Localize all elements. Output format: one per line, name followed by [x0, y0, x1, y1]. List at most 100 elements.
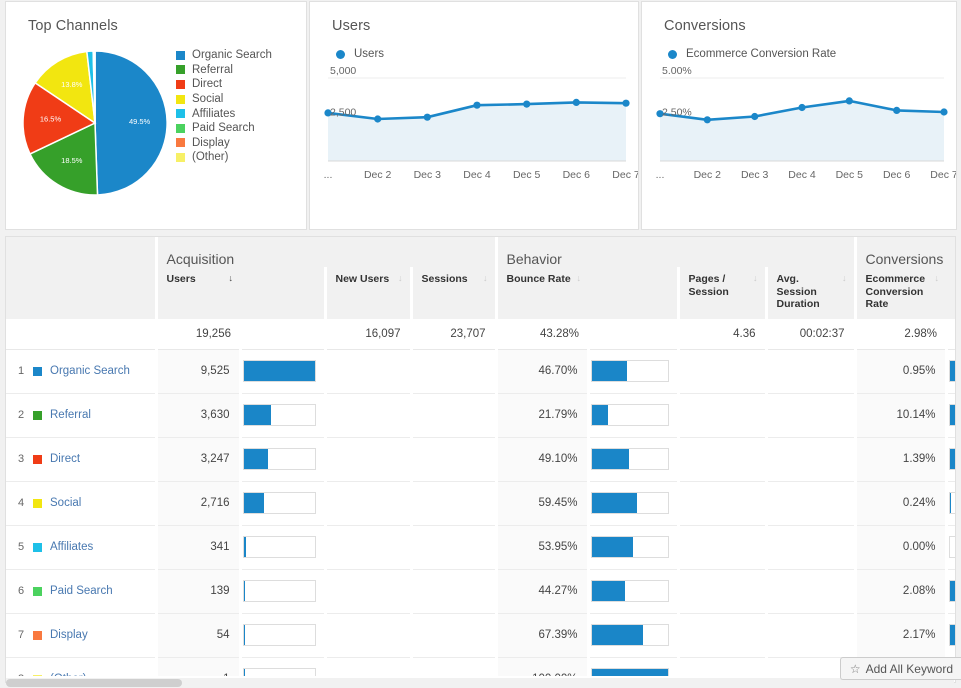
chart-data-point[interactable] — [622, 99, 630, 107]
chart-data-point[interactable] — [473, 101, 481, 109]
chart-data-point[interactable] — [374, 115, 382, 123]
bar-fill — [949, 493, 952, 513]
bar-track — [590, 624, 669, 646]
pie-legend-item[interactable]: Social — [176, 92, 272, 107]
pie-legend-item[interactable]: (Other) — [176, 150, 272, 165]
chart-data-point[interactable] — [523, 100, 531, 108]
cell-channel: 6 Paid Search — [6, 569, 156, 614]
add-all-keywords-label: Add All Keyword — [865, 661, 953, 676]
chart-data-point[interactable] — [845, 97, 853, 105]
sort-arrow-icon[interactable]: ↓ — [229, 273, 234, 284]
cell-pages-session — [676, 393, 767, 438]
horizontal-scrollbar[interactable] — [6, 678, 954, 688]
users-chart[interactable]: 2,500 5,000... Dec 2 Dec 3 Dec 4 Dec 5 Dec 6 De… — [310, 66, 638, 201]
col-header-bounce-rate[interactable]: Bounce Rate ↓ — [494, 267, 589, 319]
cell-users-bar — [238, 613, 325, 658]
col-header-new-users[interactable]: New Users ↓ — [323, 267, 411, 319]
col-header-pages-session[interactable]: Pages / Session ↓ — [676, 267, 767, 319]
bar-fill — [949, 361, 955, 381]
cell-channel: 3 Direct — [6, 437, 156, 482]
table-row[interactable]: 7 Display 54 67.39% 2.17% — [6, 613, 955, 658]
cell-pages-session — [676, 481, 767, 526]
col-header-avg-session-duration[interactable]: Avg. Session Duration ↓ — [764, 267, 856, 319]
sort-arrow-icon[interactable]: ↓ — [753, 273, 758, 284]
cell-users-bar — [238, 481, 325, 526]
bar-fill — [949, 449, 955, 469]
cell-ecommerce-rate-bar — [944, 437, 955, 482]
col-header-users[interactable]: Users ↓ — [154, 267, 240, 319]
channel-link[interactable]: Display — [50, 629, 88, 641]
pie-legend-item[interactable]: Referral — [176, 63, 272, 78]
chart-data-point[interactable] — [940, 108, 948, 116]
cell-avg-duration — [764, 525, 856, 570]
pie-chart[interactable]: 49.5% 18.5% 16.5% 13.8% — [20, 48, 170, 198]
table-row[interactable]: 4 Social 2,716 59.45% 0.24% — [6, 481, 955, 526]
pie-legend-item[interactable]: Direct — [176, 77, 272, 92]
sort-arrow-icon[interactable]: ↓ — [398, 273, 403, 284]
cell-ecommerce-rate-bar — [944, 481, 955, 526]
conversions-legend[interactable]: Ecommerce Conversion Rate — [642, 34, 956, 60]
scrollbar-thumb[interactable] — [6, 679, 182, 687]
channel-link[interactable]: Direct — [50, 453, 80, 465]
users-legend[interactable]: Users — [310, 34, 638, 60]
chart-data-point[interactable] — [703, 116, 711, 124]
cell-bounce-rate: 46.70% — [494, 349, 589, 394]
analytics-dashboard: Top Channels 49.5% 18.5% 16.5% 13.8% Organi… — [0, 0, 961, 688]
cell-sessions — [409, 349, 497, 394]
star-icon: ☆ — [849, 661, 861, 676]
cell-pages-session — [676, 437, 767, 482]
cell-users: 139 — [154, 569, 240, 614]
cell-users: 2,716 — [154, 481, 240, 526]
cell-bounce-rate: 21.79% — [494, 393, 589, 438]
channel-link[interactable]: Social — [50, 497, 81, 509]
table-row[interactable]: 2 Referral 3,630 21.79% 10.14% — [6, 393, 955, 438]
cell-ecommerce-rate-bar — [944, 393, 955, 438]
table-row[interactable]: 6 Paid Search 139 44.27% 2.08% — [6, 569, 955, 614]
table-row[interactable]: 1 Organic Search 9,525 46.70% 0.95% — [6, 349, 955, 394]
sort-arrow-icon[interactable]: ↓ — [577, 273, 582, 284]
bar-fill — [243, 449, 268, 469]
cell-bounce-rate-bar — [586, 437, 679, 482]
add-all-keywords-button[interactable]: ☆ Add All Keyword — [839, 657, 961, 680]
chart-data-point[interactable] — [572, 98, 580, 106]
chart-data-point[interactable] — [423, 113, 431, 121]
col-header-sessions[interactable]: Sessions ↓ — [409, 267, 497, 319]
cell-ecommerce-rate: 10.14% — [853, 393, 947, 438]
channel-link[interactable]: Organic Search — [50, 365, 130, 377]
chart-data-point[interactable] — [798, 103, 806, 112]
channel-link[interactable]: Affiliates — [50, 541, 93, 553]
channels-table-container[interactable]: Acquisition Behavior Conversions Users ↓ N… — [5, 236, 956, 683]
chart-data-point[interactable] — [893, 106, 901, 114]
pie-legend-item[interactable]: Paid Search — [176, 121, 272, 136]
bar-track — [242, 492, 316, 514]
summary-cards-row: Top Channels 49.5% 18.5% 16.5% 13.8% Organi… — [0, 0, 961, 232]
conversions-card: Conversions Ecommerce Conversion Rate 2.… — [641, 1, 957, 230]
bar-fill — [591, 405, 609, 425]
pie-legend-item[interactable]: Display — [176, 136, 272, 151]
group-blank — [6, 237, 156, 267]
cell-avg-duration — [764, 481, 856, 526]
x-axis-tick-label: Dec 3 — [741, 169, 769, 181]
cell-new-users — [323, 393, 411, 438]
sort-arrow-icon[interactable]: ↓ — [483, 273, 488, 284]
bar-track — [948, 624, 955, 646]
cell-avg-duration — [764, 569, 856, 614]
table-row[interactable]: 5 Affiliates 341 53.95% 0.00% — [6, 525, 955, 570]
channels-table: Acquisition Behavior Conversions Users ↓ N… — [6, 237, 955, 682]
bar-track — [948, 492, 955, 514]
conversions-chart[interactable]: 2.50% 5.00%... Dec 2 Dec 3 Dec 4 Dec 5 Dec 6 De… — [642, 66, 956, 201]
sort-arrow-icon[interactable]: ↓ — [842, 273, 847, 284]
pie-legend-item[interactable]: Affiliates — [176, 106, 272, 121]
bar-fill — [949, 625, 955, 645]
table-row[interactable]: 3 Direct 3,247 49.10% 1.39% — [6, 437, 955, 482]
channel-link[interactable]: Referral — [50, 409, 91, 421]
x-axis-tick-label: ... — [656, 169, 665, 181]
col-header-ecommerce-conversion-rate[interactable]: Ecommerce Conversion Rate ↓ — [853, 267, 947, 319]
col-header-label: Sessions — [421, 273, 468, 285]
chart-data-point[interactable] — [751, 112, 759, 121]
cell-pages-session — [676, 525, 767, 570]
channel-link[interactable]: Paid Search — [50, 585, 113, 597]
sort-arrow-icon[interactable]: ↓ — [935, 273, 940, 284]
y-axis-tick-label: 5.00% — [662, 66, 692, 77]
pie-legend-item[interactable]: Organic Search — [176, 48, 272, 63]
